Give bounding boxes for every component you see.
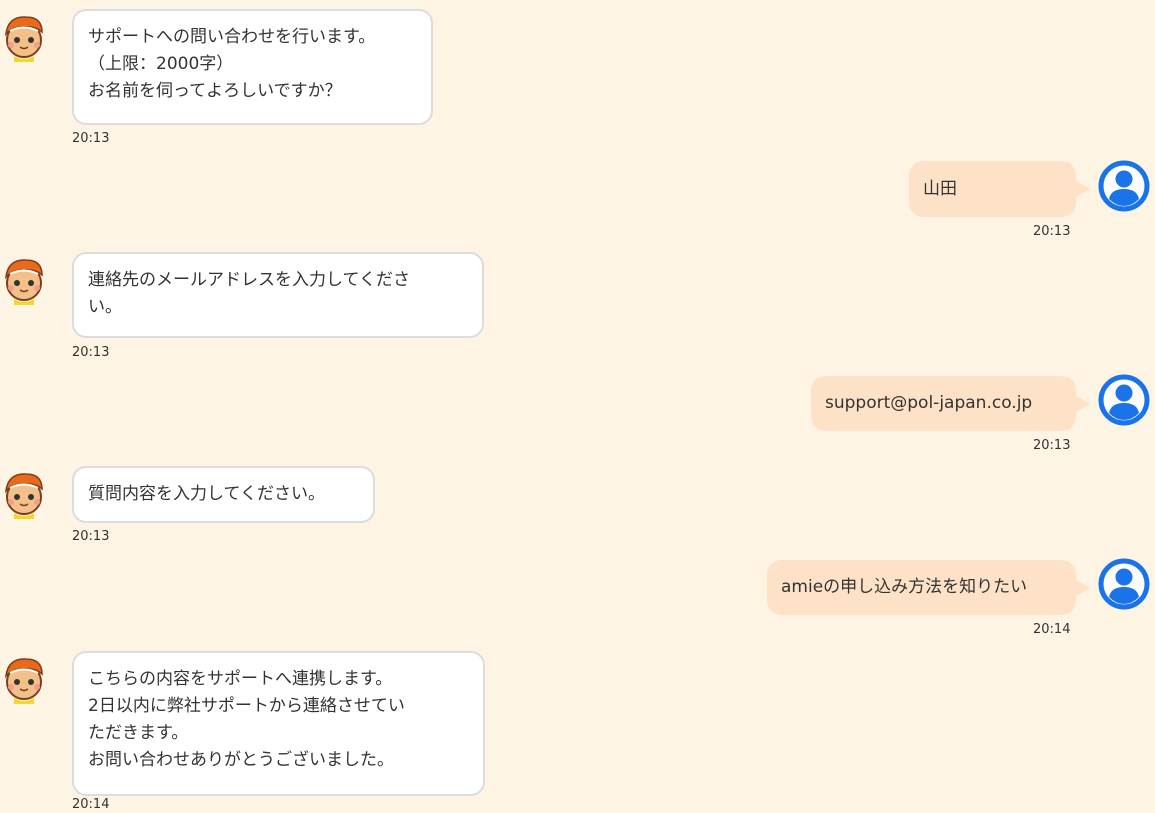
bot-message-bubble: サポートへの問い合わせを行います。 （上限：2000字） お名前を伺ってよろしい… [72, 9, 433, 125]
user-message-bubble: 山田 [909, 161, 1076, 217]
message-timestamp: 20:13 [1033, 438, 1071, 453]
bot-avatar-icon [0, 469, 48, 519]
user-message-bubble: support@pol-japan.co.jp [811, 376, 1076, 431]
bot-message-bubble: 連絡先のメールアドレスを入力してくださ い。 [72, 252, 484, 338]
message-timestamp: 20:13 [72, 345, 110, 360]
bot-avatar-icon [0, 654, 48, 704]
bot-avatar-icon [0, 255, 48, 305]
message-timestamp: 20:13 [1033, 224, 1071, 239]
message-timestamp: 20:14 [1033, 622, 1071, 637]
bot-avatar-icon [0, 12, 48, 62]
message-timestamp: 20:13 [72, 131, 110, 146]
bot-message-bubble: こちらの内容をサポートへ連携します。 2日以内に弊社サポートから連絡させてい た… [72, 651, 485, 796]
user-avatar-icon [1098, 374, 1150, 426]
bot-message-bubble: 質問内容を入力してください。 [72, 466, 375, 523]
user-avatar-icon [1098, 558, 1150, 610]
message-timestamp: 20:13 [72, 529, 110, 544]
message-timestamp: 20:14 [72, 797, 110, 812]
user-avatar-icon [1098, 160, 1150, 212]
user-message-bubble: amieの申し込み方法を知りたい [767, 560, 1076, 615]
